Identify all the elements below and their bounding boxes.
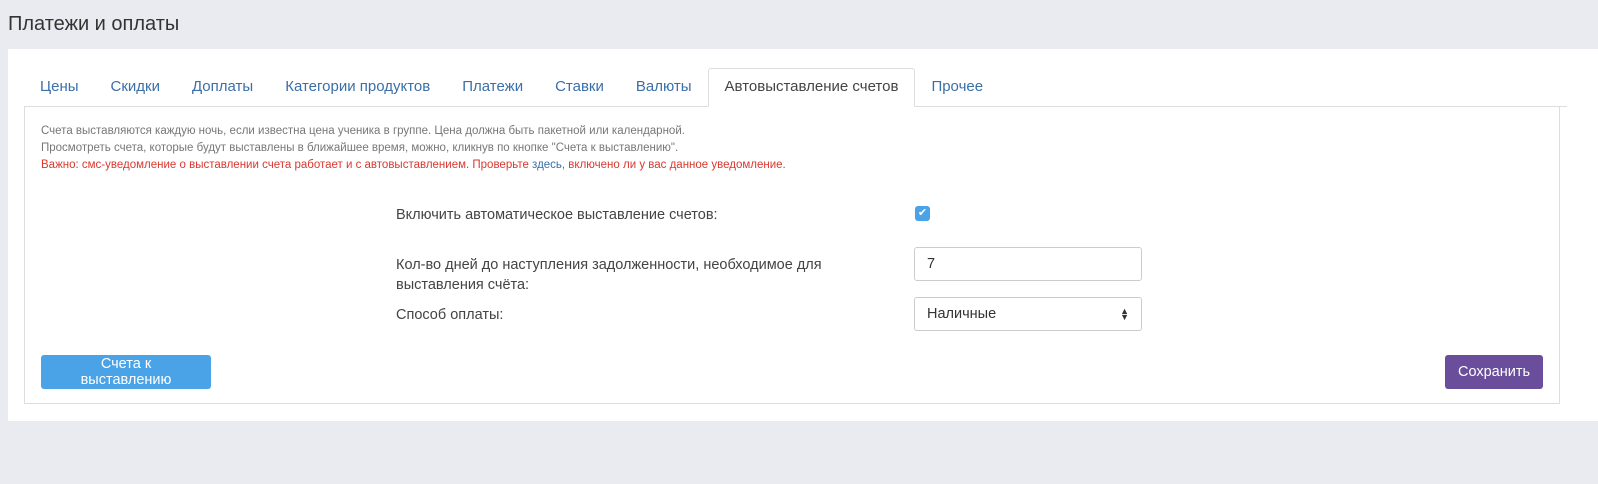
save-button[interactable]: Сохранить [1445,355,1543,389]
warning-text-start: Важно: смс-уведомление о выставлении сче… [41,159,533,171]
page-title: Платежи и оплаты [8,13,180,35]
payment-method-value: Наличные [927,306,997,322]
tab-payments[interactable]: Платежи [446,68,539,106]
auto-invoice-label: Включить автоматическое выставление счет… [396,207,718,223]
payment-method-label: Способ оплаты: [396,307,504,323]
tab-content: Счета выставляются каждую ночь, если изв… [24,106,1560,404]
days-label-line-1: Кол-во дней до наступления задолженности… [396,257,822,273]
tab-other[interactable]: Прочее [915,68,999,106]
pending-invoices-button[interactable]: Счета к выставлению [41,355,211,389]
tab-bar: Цены Скидки Доплаты Категории продуктов … [24,68,1567,107]
tab-discounts[interactable]: Скидки [95,68,176,106]
info-block: Счета выставляются каждую ночь, если изв… [41,123,786,174]
auto-invoice-checkbox[interactable]: ✔ [915,206,930,221]
days-input[interactable] [914,247,1142,281]
sort-caret-icon: ▲ ▼ [1120,306,1129,322]
payment-method-select[interactable]: Наличные ▲ ▼ [914,297,1142,331]
tab-prices[interactable]: Цены [24,68,95,106]
days-label: Кол-во дней до наступления задолженности… [396,255,822,295]
info-text-1: Счета выставляются каждую ночь, если изв… [41,125,685,137]
settings-panel: Цены Скидки Доплаты Категории продуктов … [8,49,1598,421]
tab-rates[interactable]: Ставки [539,68,620,106]
days-label-line-2: выставления счёта: [396,277,530,293]
tab-surcharges[interactable]: Доплаты [176,68,269,106]
tab-auto-invoicing[interactable]: Автовыставление счетов [707,68,916,107]
warning-text-end: , включено ли у вас данное уведомление. [561,159,786,171]
sms-settings-link[interactable]: здесь [532,159,562,171]
warning-text: Важно: смс-уведомление о выставлении сче… [41,157,786,174]
tab-currencies[interactable]: Валюты [620,68,708,106]
checkmark-icon: ✔ [917,207,928,219]
info-text-2: Просмотреть счета, которые будут выставл… [41,142,679,154]
tab-product-categories[interactable]: Категории продуктов [269,68,446,106]
